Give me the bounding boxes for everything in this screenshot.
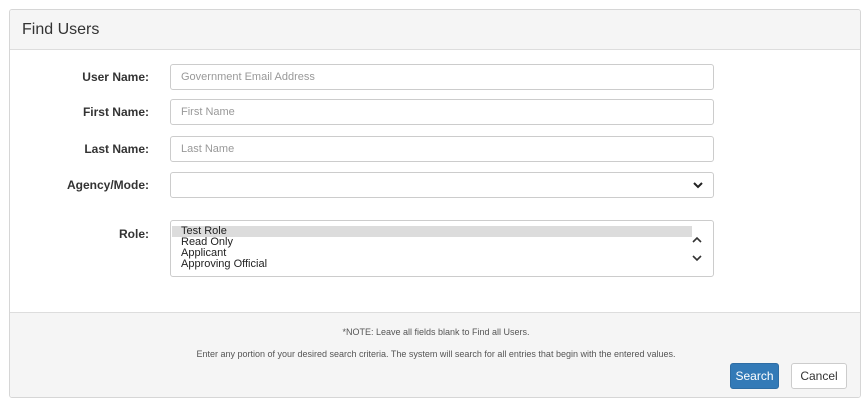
- first-name-input[interactable]: [170, 99, 714, 125]
- last-name-input[interactable]: [170, 136, 714, 162]
- role-options: Test Role Read Only Applicant Approving …: [172, 226, 692, 270]
- search-instructions: Enter any portion of your desired search…: [196, 349, 676, 359]
- chevron-up-icon[interactable]: [691, 235, 703, 245]
- chevron-down-icon[interactable]: [691, 253, 703, 263]
- panel-heading: Find Users: [10, 10, 860, 50]
- role-option-test-role[interactable]: Test Role: [172, 226, 692, 237]
- page-title: Find Users: [22, 20, 100, 38]
- role-listbox[interactable]: Test Role Read Only Applicant Approving …: [170, 220, 714, 277]
- find-users-panel: Find Users User Name: First Name: Last N…: [9, 9, 861, 398]
- agency-mode-select[interactable]: [170, 172, 714, 198]
- blank-fields-note: *NOTE: Leave all fields blank to Find al…: [342, 327, 530, 337]
- role-option-read-only[interactable]: Read Only: [172, 237, 692, 248]
- first-name-label: First Name:: [82, 105, 149, 119]
- role-scrollbar[interactable]: [691, 233, 703, 267]
- role-label: Role:: [119, 227, 149, 241]
- last-name-label: Last Name:: [84, 142, 149, 156]
- cancel-button[interactable]: Cancel: [791, 363, 847, 389]
- user-name-input[interactable]: [170, 64, 714, 90]
- panel-footer: *NOTE: Leave all fields blank to Find al…: [10, 312, 860, 397]
- user-name-label: User Name:: [82, 70, 149, 84]
- agency-mode-label: Agency/Mode:: [66, 178, 149, 192]
- role-option-approving-official[interactable]: Approving Official: [172, 259, 692, 270]
- chevron-down-icon: [693, 182, 703, 189]
- search-button[interactable]: Search: [730, 363, 779, 389]
